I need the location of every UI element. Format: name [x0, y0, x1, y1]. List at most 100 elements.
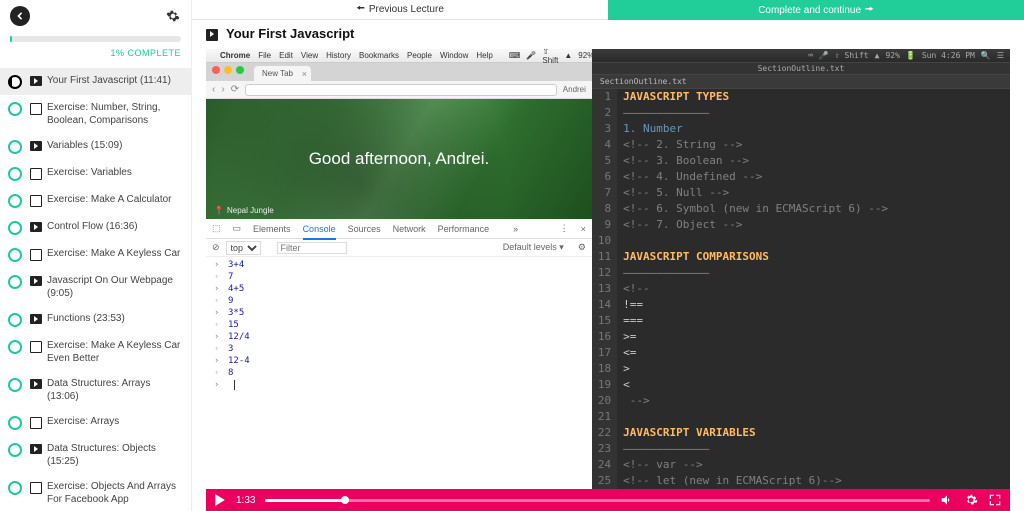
- mac-menu-item[interactable]: Help: [476, 51, 492, 60]
- document-icon: [30, 195, 42, 207]
- close-window-icon: [212, 66, 220, 74]
- back-button[interactable]: [10, 6, 30, 26]
- address-bar[interactable]: [245, 84, 557, 96]
- lecture-item[interactable]: Functions (23:53): [0, 306, 191, 333]
- console-line: 7: [206, 271, 592, 283]
- lecture-item[interactable]: Exercise: Number, String, Boolean, Compa…: [0, 95, 191, 133]
- mac-menu-item[interactable]: View: [301, 51, 318, 60]
- search-icon: 🔍: [981, 51, 991, 60]
- console-line: 12/4: [206, 331, 592, 343]
- gear-icon[interactable]: [165, 8, 181, 24]
- lecture-item[interactable]: Your First Javascript (11:41): [0, 68, 191, 95]
- lecture-item[interactable]: Data Structures: Objects (15:25): [0, 436, 191, 474]
- lecture-item[interactable]: Exercise: Make A Keyless Car: [0, 241, 191, 268]
- code-line: <!-- var -->: [623, 457, 888, 473]
- more-tabs-icon[interactable]: »: [513, 224, 518, 234]
- code-line: —————————————: [623, 441, 888, 457]
- inspect-icon[interactable]: ⬚: [212, 223, 221, 234]
- page-title: Your First Javascript: [226, 26, 354, 41]
- console-line: 12-4: [206, 355, 592, 367]
- code-line: >: [623, 361, 888, 377]
- close-tab-icon[interactable]: ×: [302, 69, 307, 79]
- status-circle: [8, 313, 22, 327]
- lecture-item[interactable]: Exercise: Arrays: [0, 409, 191, 436]
- lecture-item[interactable]: Data Structures: Arrays (13:06): [0, 371, 191, 409]
- shift-icon: ⇧ Shift: [835, 51, 869, 60]
- mac-menu-item[interactable]: History: [326, 51, 351, 60]
- lecture-item[interactable]: Exercise: Objects And Arrays For Faceboo…: [0, 474, 191, 511]
- code-area[interactable]: JAVASCRIPT TYPES—————————————1. Number<!…: [617, 89, 894, 497]
- device-icon[interactable]: ▭: [233, 223, 242, 234]
- lecture-item[interactable]: Javascript On Our Webpage (9:05): [0, 268, 191, 306]
- fullscreen-icon[interactable]: [988, 493, 1002, 507]
- clear-console-icon[interactable]: ⊘: [212, 242, 220, 253]
- status-circle: [8, 443, 22, 457]
- minimize-window-icon: [224, 66, 232, 74]
- profile-name: Andrei: [563, 85, 586, 94]
- devtools-tab-network[interactable]: Network: [393, 220, 426, 238]
- browser-tab[interactable]: New Tab×: [254, 66, 311, 81]
- settings-icon[interactable]: [964, 493, 978, 507]
- console-output[interactable]: 3+474+593*51512/4312-48: [206, 257, 592, 393]
- console-line: 9: [206, 295, 592, 307]
- code-line: [623, 233, 888, 249]
- status-circle: [8, 75, 22, 89]
- console-toolbar: ⊘ top Default levels ▾ ⚙: [206, 239, 592, 257]
- lecture-item[interactable]: Control Flow (16:36): [0, 214, 191, 241]
- mac-menu-item[interactable]: People: [407, 51, 432, 60]
- seek-bar[interactable]: [265, 499, 930, 502]
- mac-menu-item[interactable]: File: [258, 51, 271, 60]
- devtools-tab-elements[interactable]: Elements: [253, 220, 291, 238]
- code-line: <!-- 4. Undefined -->: [623, 169, 888, 185]
- previous-lecture-button[interactable]: 🠘 Previous Lecture: [192, 0, 608, 20]
- play-button[interactable]: [214, 494, 226, 506]
- code-line: ===: [623, 313, 888, 329]
- shift-icon: ⇧ Shift: [542, 49, 558, 65]
- lecture-item[interactable]: Exercise: Variables: [0, 160, 191, 187]
- nav-back-icon[interactable]: ‹: [212, 84, 215, 95]
- status-circle: [8, 167, 22, 181]
- lecture-item[interactable]: Variables (15:09): [0, 133, 191, 160]
- volume-icon[interactable]: [940, 493, 954, 507]
- console-settings-icon[interactable]: ⚙: [578, 242, 586, 253]
- console-line: 3: [206, 343, 592, 355]
- arrow-right-icon: 🠚: [865, 2, 874, 19]
- main-content: 🠘 Previous Lecture Complete and continue…: [192, 0, 1024, 511]
- document-icon: [30, 168, 42, 180]
- lecture-item[interactable]: Exercise: Make A Calculator: [0, 187, 191, 214]
- log-levels-select[interactable]: Default levels ▾: [503, 242, 564, 253]
- video-icon: [30, 222, 42, 232]
- video-player-bar: 1:33: [206, 489, 1010, 511]
- mac-menu-item[interactable]: Window: [440, 51, 468, 60]
- code-line: —————————————: [623, 265, 888, 281]
- wifi-icon: ▲: [875, 51, 880, 60]
- nav-forward-icon[interactable]: ›: [221, 84, 224, 95]
- devtools-tab-performance[interactable]: Performance: [438, 220, 490, 238]
- devtools-close-icon[interactable]: ×: [581, 224, 586, 234]
- mic-icon: 🎤: [526, 51, 536, 60]
- devtools-tab-sources[interactable]: Sources: [348, 220, 381, 238]
- console-line: [206, 379, 592, 391]
- devtools-tab-console[interactable]: Console: [303, 220, 336, 240]
- context-select[interactable]: top: [226, 241, 261, 255]
- lecture-title: Variables (15:09): [47, 139, 183, 152]
- lecture-item[interactable]: Exercise: Make A Keyless Car Even Better: [0, 333, 191, 371]
- complete-continue-button[interactable]: Complete and continue 🠚: [608, 0, 1024, 20]
- editor-tab[interactable]: SectionOutline.txt: [600, 77, 687, 86]
- lecture-title: Exercise: Arrays: [47, 415, 183, 428]
- video-icon: [30, 379, 42, 389]
- code-line: !==: [623, 297, 888, 313]
- code-line: <=: [623, 345, 888, 361]
- status-circle: [8, 378, 22, 392]
- battery-icon: 🔋: [906, 51, 916, 60]
- mac-menu-item[interactable]: Edit: [279, 51, 293, 60]
- code-line: JAVASCRIPT COMPARISONS: [623, 249, 888, 265]
- devtools-menu-icon[interactable]: ⋮: [560, 223, 569, 234]
- mac-menu-item[interactable]: Bookmarks: [359, 51, 399, 60]
- document-icon: [30, 103, 42, 115]
- status-circle: [8, 194, 22, 208]
- lecture-title: Functions (23:53): [47, 312, 183, 325]
- console-filter-input[interactable]: [277, 242, 347, 254]
- lecture-list[interactable]: Your First Javascript (11:41)Exercise: N…: [0, 68, 191, 511]
- reload-icon[interactable]: ⟳: [231, 84, 239, 95]
